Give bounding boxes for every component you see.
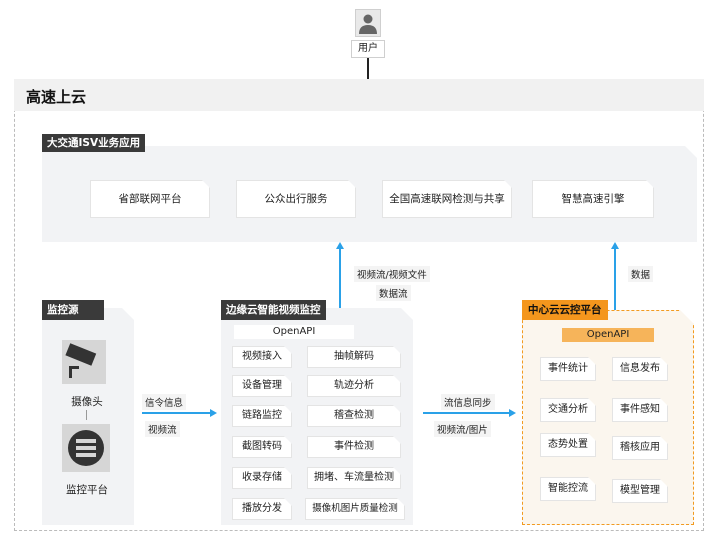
src-to-edge-label-2: 视频流 — [145, 421, 180, 437]
edge-left-item-1: 视频接入 — [232, 346, 292, 368]
app-card-1: 省部联网平台 — [90, 180, 210, 218]
center-to-app-arrow — [614, 247, 616, 310]
user-connector — [367, 58, 369, 80]
edge-left-item-2: 设备管理 — [232, 375, 292, 397]
edge-right-item-6: 摄像机图片质量检测 — [305, 498, 405, 520]
edge-right-item-2: 轨迹分析 — [307, 375, 401, 397]
edge-right-item-1: 抽帧解码 — [307, 346, 401, 368]
edge-to-center-arrowhead — [509, 409, 516, 417]
src-to-edge-label-1: 信令信息 — [142, 394, 187, 410]
edge-to-app-label-2: 数据流 — [376, 285, 411, 301]
src-to-edge-arrow — [142, 412, 212, 414]
cloud-header — [14, 79, 704, 111]
center-left-item-1: 事件统计 — [540, 357, 596, 381]
edge-left-item-5: 收录存储 — [232, 467, 292, 489]
center-left-item-4: 智能控流 — [540, 477, 596, 501]
platform-label: 监控平台 — [66, 484, 108, 496]
center-openapi: OpenAPI — [562, 328, 654, 342]
center-right-item-2: 事件感知 — [612, 398, 668, 422]
edge-to-app-arrowhead — [336, 242, 344, 249]
center-to-app-arrowhead — [611, 242, 619, 249]
center-title: 中心云云控平台 — [522, 300, 608, 320]
edge-left-item-6: 播放分发 — [232, 498, 292, 520]
cloud-title: 高速上云 — [26, 88, 87, 106]
edge-to-app-arrow — [339, 247, 341, 308]
edge-openapi: OpenAPI — [234, 325, 354, 339]
edge-to-center-label-2: 视频流/图片 — [434, 421, 491, 437]
center-right-item-3: 稽核应用 — [612, 436, 668, 460]
center-to-app-label: 数据 — [628, 266, 654, 282]
user-icon — [355, 9, 381, 37]
camera-icon — [62, 340, 106, 388]
edge-to-center-arrow — [423, 412, 511, 414]
edge-right-item-4: 事件检测 — [307, 436, 401, 458]
source-title: 监控源 — [42, 300, 104, 320]
camera-to-platform-connector — [86, 410, 87, 420]
center-left-item-2: 交通分析 — [540, 398, 596, 422]
app-layer-title: 大交通ISV业务应用 — [42, 134, 146, 152]
edge-left-item-3: 链路监控 — [232, 405, 292, 427]
center-right-item-1: 信息发布 — [612, 357, 668, 381]
edge-to-app-label-1: 视频流/视频文件 — [354, 266, 430, 282]
edge-right-item-5: 拥堵、车流量检测 — [307, 467, 401, 489]
edge-left-item-4: 截图转码 — [232, 436, 292, 458]
user-label: 用户 — [351, 40, 385, 58]
edge-to-center-label-1: 流信息同步 — [441, 394, 495, 410]
app-card-4: 智慧高速引擎 — [532, 180, 654, 218]
server-icon — [62, 424, 110, 476]
app-card-2: 公众出行服务 — [236, 180, 356, 218]
src-to-edge-arrowhead — [210, 409, 217, 417]
camera-label: 摄像头 — [71, 396, 103, 408]
edge-title: 边缘云智能视频监控 — [221, 300, 326, 320]
center-left-item-3: 态势处置 — [540, 433, 596, 457]
center-right-item-4: 模型管理 — [612, 479, 668, 503]
app-card-3: 全国高速联网检测与共享 — [382, 180, 512, 218]
edge-right-item-3: 稽查检测 — [307, 405, 401, 427]
